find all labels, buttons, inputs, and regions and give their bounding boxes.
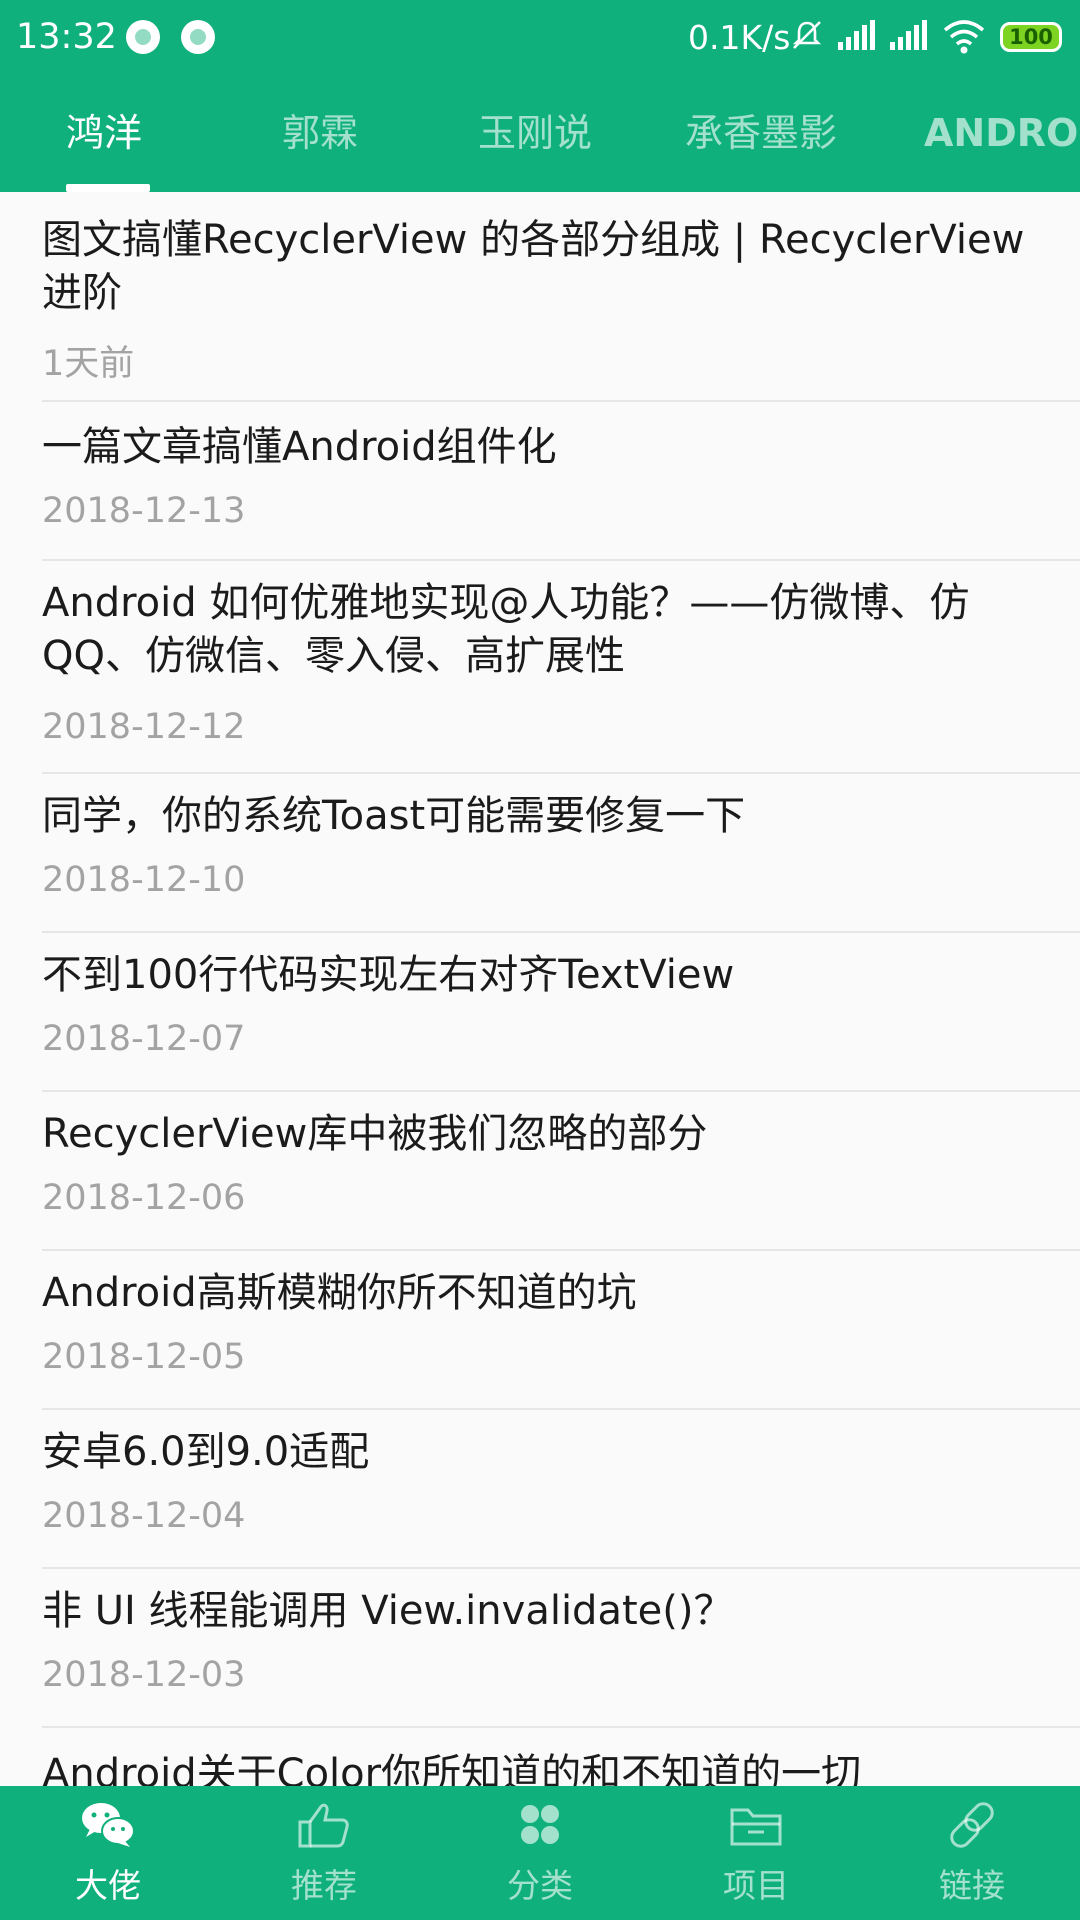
divider — [42, 1408, 1080, 1410]
network-speed: 0.1K/s — [688, 18, 791, 57]
thumbs-up-icon — [298, 1803, 349, 1848]
signal-icon — [838, 20, 875, 50]
link-icon — [950, 1802, 994, 1848]
nav-category[interactable]: 分类 — [432, 1786, 648, 1920]
article-title: 不到100行代码实现左右对齐TextView — [42, 952, 735, 998]
tab-guolin[interactable]: 郭霖 — [282, 108, 358, 158]
divider — [42, 1567, 1080, 1569]
article-date: 2018-12-03 — [42, 1655, 246, 1695]
tab-chengxiangmoying[interactable]: 承香墨影 — [685, 108, 837, 158]
article-title: Android关于Color你所知道的和不知道的一切 — [42, 1751, 862, 1786]
nav-label: 链接 — [939, 1866, 1005, 1905]
article-title: 安卓6.0到9.0适配 — [42, 1429, 370, 1475]
article-date: 2018-12-07 — [42, 1019, 246, 1059]
article-date: 2018-12-06 — [42, 1178, 246, 1218]
article-date: 2018-12-10 — [42, 860, 246, 900]
article-date: 2018-12-05 — [42, 1337, 246, 1377]
tab-hongyang[interactable]: 鸿洋 — [66, 108, 142, 158]
status-time: 13:32 — [16, 17, 117, 57]
wifi-icon — [943, 20, 985, 54]
nav-label: 大佬 — [75, 1866, 141, 1905]
tab-bar: 鸿洋 郭霖 玉刚说 承香墨影 ANDROID — [0, 74, 1080, 192]
article-date: 1天前 — [42, 344, 135, 384]
article-title: Android 如何优雅地实现@人功能？——仿微博、仿QQ、仿微信、零入侵、高扩… — [42, 580, 970, 679]
divider — [42, 400, 1080, 402]
article-list[interactable]: 图文搞懂RecyclerView 的各部分组成 | RecyclerView进阶… — [0, 192, 1080, 1786]
article-title: 一篇文章搞懂Android组件化 — [42, 424, 557, 470]
bottom-navigation: 大佬 推荐 分类 项目 链接 — [0, 1786, 1080, 1920]
article-title: Android高斯模糊你所不知道的坑 — [42, 1270, 637, 1316]
nav-link[interactable]: 链接 — [864, 1786, 1080, 1920]
divider — [42, 1090, 1080, 1092]
nav-label: 推荐 — [291, 1866, 357, 1905]
divider — [42, 931, 1080, 933]
article-title: 图文搞懂RecyclerView 的各部分组成 | RecyclerView进阶 — [42, 217, 1025, 316]
article-title: 非 UI 线程能调用 View.invalidate()？ — [42, 1588, 734, 1634]
status-bar: 13:32 0.1K/s 100 — [0, 0, 1080, 74]
battery-icon: 100 — [1000, 22, 1062, 52]
signal-icon — [890, 20, 927, 50]
grid-icon — [521, 1805, 559, 1844]
wechat-icon — [82, 1803, 135, 1847]
divider — [42, 559, 1080, 561]
article-title: 同学，你的系统Toast可能需要修复一下 — [42, 793, 746, 839]
folder-icon — [730, 1808, 782, 1846]
nav-dalao[interactable]: 大佬 — [0, 1786, 216, 1920]
tab-indicator — [66, 184, 150, 192]
tab-yugangshuo[interactable]: 玉刚说 — [478, 108, 592, 158]
divider — [42, 1249, 1080, 1251]
mute-icon — [792, 21, 822, 49]
nav-label: 分类 — [507, 1866, 573, 1905]
article-date: 2018-12-13 — [42, 491, 246, 531]
article-title: RecyclerView库中被我们忽略的部分 — [42, 1111, 708, 1157]
article-date: 2018-12-12 — [42, 707, 246, 747]
nav-project[interactable]: 项目 — [648, 1786, 864, 1920]
article-date: 2018-12-04 — [42, 1496, 246, 1536]
divider — [42, 772, 1080, 774]
app-header: 13:32 0.1K/s 100 鸿洋 郭霖 玉刚说 承香墨影 ANDRO — [0, 0, 1080, 192]
nav-label: 项目 — [723, 1866, 789, 1905]
notification-dot-icon — [126, 20, 160, 54]
divider — [42, 1726, 1080, 1728]
tab-android[interactable]: ANDROID — [924, 108, 1080, 158]
nav-recommend[interactable]: 推荐 — [216, 1786, 432, 1920]
notification-dot-icon — [181, 20, 215, 54]
